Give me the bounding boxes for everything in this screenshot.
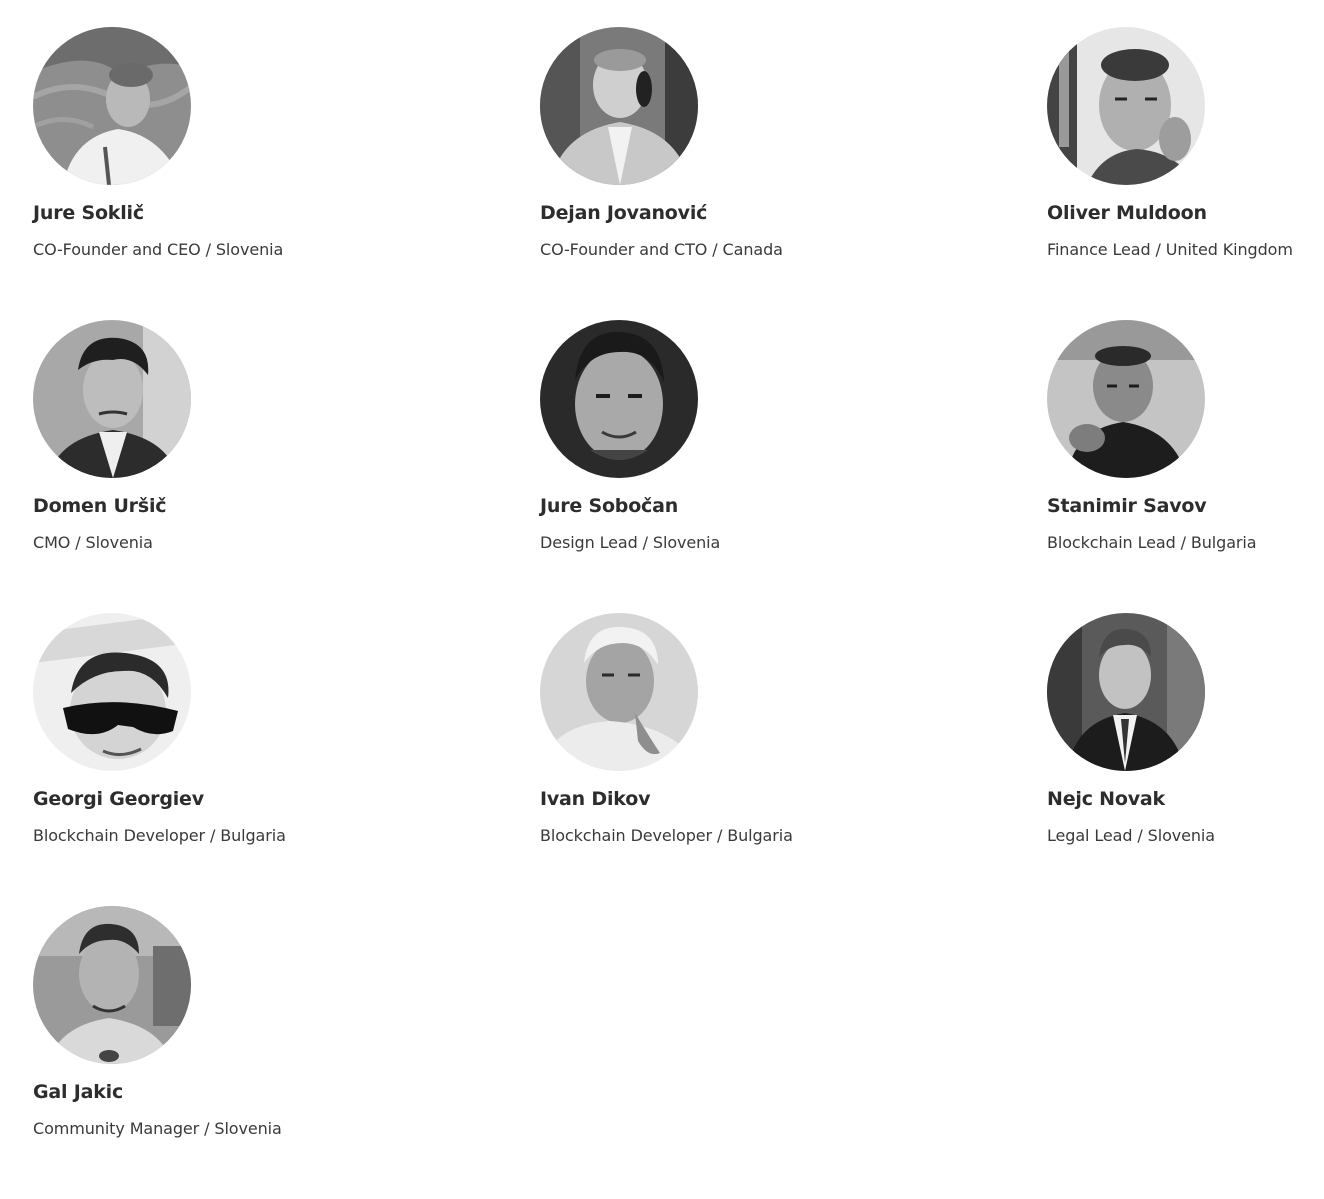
avatar-photo (1047, 613, 1205, 771)
avatar (1047, 27, 1205, 185)
avatar-photo (33, 27, 191, 185)
member-role: CO-Founder and CEO / Slovenia (33, 240, 284, 259)
avatar (33, 27, 191, 185)
avatar-photo (540, 613, 698, 771)
team-member-card: Dejan Jovanović CO-Founder and CTO / Can… (540, 27, 1047, 320)
avatar (33, 613, 191, 771)
team-member-card: Georgi Georgiev Blockchain Developer / B… (33, 613, 540, 906)
avatar-photo (33, 320, 191, 478)
team-member-card: Stanimir Savov Blockchain Lead / Bulgari… (1047, 320, 1317, 613)
avatar-photo (540, 27, 698, 185)
avatar-photo (33, 906, 191, 1064)
team-member-card: Jure Sobočan Design Lead / Slovenia (540, 320, 1047, 613)
member-role: Blockchain Developer / Bulgaria (33, 826, 286, 845)
team-member-card: Jure Soklič CO-Founder and CEO / Sloveni… (33, 27, 540, 320)
team-member-card: Domen Uršič CMO / Slovenia (33, 320, 540, 613)
member-role: Finance Lead / United Kingdom (1047, 240, 1293, 259)
member-role: Design Lead / Slovenia (540, 533, 721, 552)
member-name: Stanimir Savov (1047, 495, 1207, 517)
member-name: Gal Jakic (33, 1081, 124, 1103)
member-name: Nejc Novak (1047, 788, 1165, 810)
team-member-card: Ivan Dikov Blockchain Developer / Bulgar… (540, 613, 1047, 906)
member-role: Blockchain Developer / Bulgaria (540, 826, 793, 845)
avatar-photo (1047, 27, 1205, 185)
avatar (1047, 320, 1205, 478)
member-role: Blockchain Lead / Bulgaria (1047, 533, 1257, 552)
avatar-photo (1047, 320, 1205, 478)
avatar (540, 27, 698, 185)
member-name: Dejan Jovanović (540, 202, 708, 224)
member-name: Ivan Dikov (540, 788, 651, 810)
avatar (1047, 613, 1205, 771)
member-name: Georgi Georgiev (33, 788, 204, 810)
member-role: CMO / Slovenia (33, 533, 153, 552)
avatar (540, 613, 698, 771)
team-member-card: Nejc Novak Legal Lead / Slovenia (1047, 613, 1317, 906)
member-name: Oliver Muldoon (1047, 202, 1207, 224)
team-member-card: Oliver Muldoon Finance Lead / United Kin… (1047, 27, 1317, 320)
avatar (540, 320, 698, 478)
avatar (33, 320, 191, 478)
avatar-photo (540, 320, 698, 478)
member-role: CO-Founder and CTO / Canada (540, 240, 783, 259)
team-member-card: Gal Jakic Community Manager / Slovenia (33, 906, 540, 1199)
avatar-photo (33, 613, 191, 771)
member-name: Jure Soklič (33, 202, 144, 224)
member-role: Legal Lead / Slovenia (1047, 826, 1215, 845)
member-name: Domen Uršič (33, 495, 167, 517)
member-role: Community Manager / Slovenia (33, 1119, 282, 1138)
member-name: Jure Sobočan (540, 495, 679, 517)
avatar (33, 906, 191, 1064)
team-grid: Jure Soklič CO-Founder and CEO / Sloveni… (33, 27, 1317, 1199)
